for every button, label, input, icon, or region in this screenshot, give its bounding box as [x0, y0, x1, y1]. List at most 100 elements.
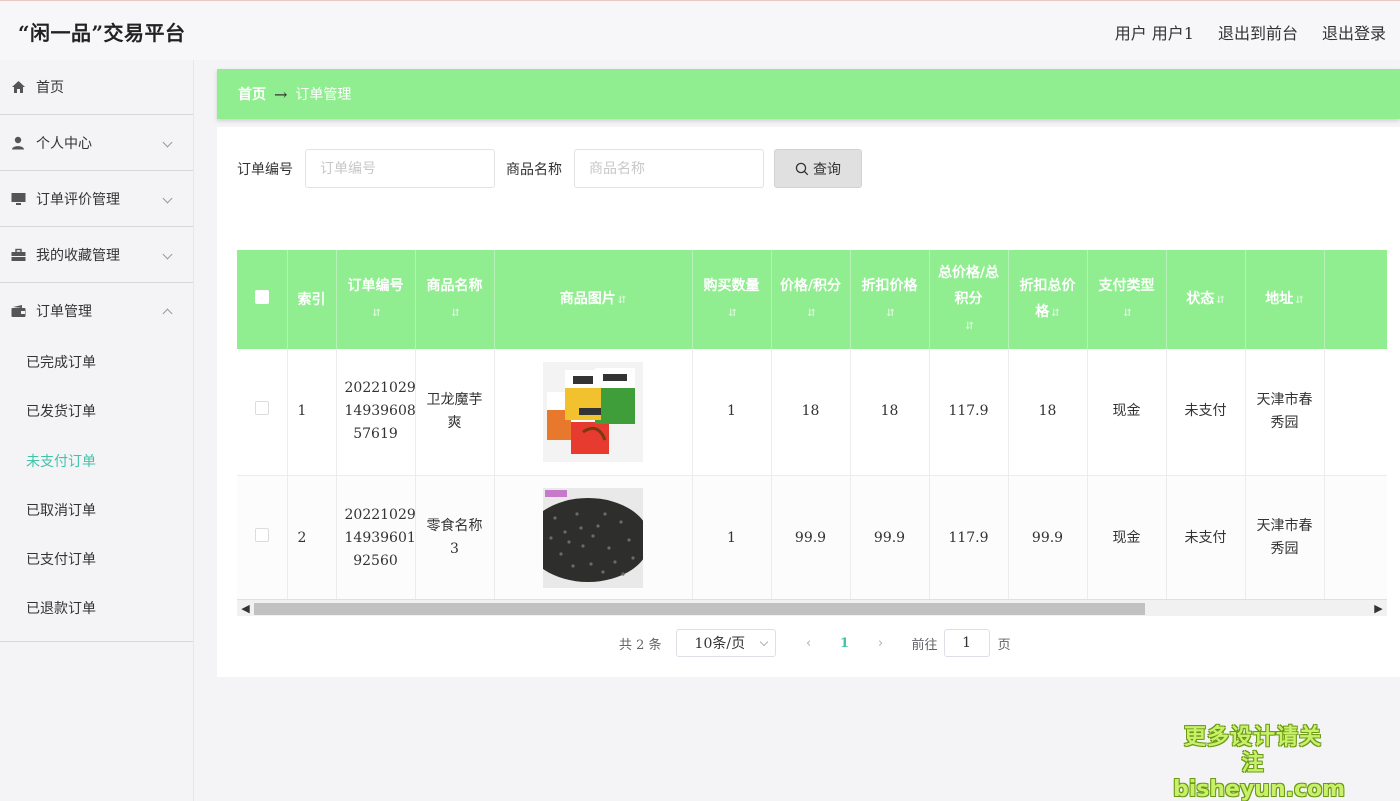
main-content: 首页 → 订单管理 订单编号 商品名称 查询 [217, 69, 1400, 677]
sort-icon[interactable]: ⇵ [728, 308, 736, 319]
goto-label: 前往 [911, 637, 938, 653]
cell-address: 天津市春秀园 [1245, 349, 1325, 476]
cell-more [1324, 349, 1387, 476]
orders-table: 索引 订单编号 ⇵ 商品名称 ⇵ 商品图片 ⇵ 购买数量 ⇵ 价格/积分⇵ 折扣价格 ⇵ … [237, 250, 1387, 602]
to-frontend-link[interactable]: 退出到前台 [1218, 20, 1298, 44]
sort-icon[interactable]: ⇵ [965, 321, 973, 332]
query-button-label: 查询 [813, 161, 841, 178]
column-header-product-image[interactable]: 商品图片 ⇵ [494, 250, 693, 349]
column-header-product-name[interactable]: 商品名称 ⇵ [415, 250, 495, 349]
sort-icon[interactable]: ⇵ [1051, 308, 1059, 319]
orders-table-wrapper: 索引 订单编号 ⇵ 商品名称 ⇵ 商品图片 ⇵ 购买数量 ⇵ 价格/积分⇵ 折扣价格 ⇵ … [237, 250, 1387, 618]
breadcrumb-home[interactable]: 首页 [238, 84, 266, 104]
user-label: 用户 用户1 [1114, 24, 1194, 43]
prev-page-icon[interactable]: ‹ [794, 636, 824, 651]
chevron-down-icon [759, 637, 768, 647]
watermark: 更多设计请关注 bisheyun.com [1173, 725, 1346, 801]
cell-product-image [494, 475, 693, 602]
order-no-input[interactable] [305, 149, 495, 188]
sort-icon[interactable]: ⇵ [1216, 295, 1224, 306]
cell-price: 18 [771, 349, 851, 476]
sort-icon[interactable]: ⇵ [1123, 308, 1131, 319]
search-icon [795, 162, 809, 175]
page-size-select[interactable]: 10条/页 [675, 629, 776, 657]
column-header-price[interactable]: 价格/积分⇵ [771, 250, 851, 349]
sidebar-item-label: 订单管理 [36, 304, 92, 320]
query-button[interactable]: 查询 [774, 149, 862, 188]
sidebar: 首页 个人中心 订单评价管理 我的收藏管理 订单管理 已完成订单 已发货订单 未… [0, 60, 194, 801]
next-page-icon[interactable]: › [866, 636, 896, 651]
cell-product-name: 卫龙魔芋爽 [415, 349, 495, 476]
pagination-total: 共 2 条 [619, 637, 662, 653]
cell-pay-type: 现金 [1087, 349, 1167, 476]
wallet-icon [10, 303, 26, 319]
sidebar-item-home[interactable]: 首页 [0, 60, 193, 115]
cell-quantity: 1 [692, 475, 772, 602]
select-all-cell [237, 250, 288, 349]
cell-discount-total: 99.9 [1008, 475, 1088, 602]
sidebar-item-order-management[interactable]: 订单管理 [0, 283, 193, 339]
cell-total-price: 117.9 [929, 349, 1009, 476]
cell-index: 1 [287, 349, 337, 476]
page-unit-label: 页 [997, 637, 1011, 653]
sidebar-subitem-paid-orders[interactable]: 已支付订单 [0, 536, 193, 585]
column-header-discount-price[interactable]: 折扣价格 ⇵ [850, 250, 930, 349]
home-icon [10, 79, 26, 95]
column-header-status[interactable]: 状态 ⇵ [1166, 250, 1246, 349]
column-header-quantity[interactable]: 购买数量 ⇵ [692, 250, 772, 349]
sidebar-item-personal-center[interactable]: 个人中心 [0, 115, 193, 171]
sidebar-item-label: 首页 [36, 80, 64, 96]
product-name-input[interactable] [574, 149, 764, 188]
product-image[interactable] [543, 488, 643, 588]
breadcrumb: 首页 → 订单管理 [217, 69, 1400, 119]
user-icon [10, 135, 26, 151]
sort-icon[interactable]: ⇵ [807, 308, 815, 319]
cell-order-no: 20221029 14939608 57619 [336, 349, 416, 476]
briefcase-icon [10, 247, 26, 263]
sidebar-item-order-review[interactable]: 订单评价管理 [0, 171, 193, 227]
row-checkbox[interactable] [254, 401, 269, 416]
cell-status: 未支付 [1166, 349, 1246, 476]
cell-discount-price: 18 [850, 349, 930, 476]
sort-icon[interactable]: ⇵ [451, 308, 459, 319]
sidebar-item-label: 我的收藏管理 [36, 247, 120, 264]
goto-page-input[interactable] [943, 629, 990, 657]
sort-icon[interactable]: ⇵ [1295, 295, 1303, 306]
page-number-current[interactable]: 1 [830, 636, 860, 651]
content-panel: 订单编号 商品名称 查询 索引 [217, 127, 1400, 677]
chevron-down-icon [162, 249, 173, 259]
column-header-index: 索引 [287, 250, 337, 349]
chevron-down-icon [162, 193, 173, 203]
cell-product-name: 零食名称3 [415, 475, 495, 602]
column-header-order-no[interactable]: 订单编号 ⇵ [336, 250, 416, 349]
product-image[interactable] [543, 361, 643, 462]
column-header-pay-type[interactable]: 支付类型 ⇵ [1087, 250, 1167, 349]
top-bar: “闲一品”交易平台 用户 用户1 退出到前台 退出登录 [0, 0, 1400, 60]
column-header-address[interactable]: 地址 ⇵ [1245, 250, 1325, 349]
scrollbar-thumb[interactable] [254, 603, 1145, 615]
product-name-label: 商品名称 [506, 161, 562, 178]
sidebar-subitem-unpaid-orders[interactable]: 未支付订单 [0, 438, 193, 487]
sidebar-item-favorites[interactable]: 我的收藏管理 [0, 227, 193, 283]
app-title: “闲一品”交易平台 [18, 21, 186, 45]
pagination: 共 2 条 10条/页 ‹ 1 › 前往 页 [619, 629, 1011, 657]
sidebar-subitem-refunded-orders[interactable]: 已退款订单 [0, 585, 193, 634]
select-all-checkbox[interactable] [254, 289, 269, 304]
sidebar-subitem-completed-orders[interactable]: 已完成订单 [0, 339, 193, 388]
logout-link[interactable]: 退出登录 [1322, 20, 1386, 44]
column-header-discount-total[interactable]: 折扣总价格 ⇵ [1008, 250, 1088, 349]
sort-icon[interactable]: ⇵ [618, 295, 626, 306]
sort-icon[interactable]: ⇵ [372, 308, 380, 319]
scroll-right-icon[interactable]: ▶ [1370, 600, 1387, 617]
cell-address: 天津市春秀园 [1245, 475, 1325, 602]
sidebar-item-label: 个人中心 [36, 135, 92, 152]
cell-more [1324, 475, 1387, 602]
sort-icon[interactable]: ⇵ [886, 308, 894, 319]
row-checkbox[interactable] [254, 527, 269, 542]
sidebar-subitem-cancelled-orders[interactable]: 已取消订单 [0, 487, 193, 536]
horizontal-scrollbar[interactable]: ◀ ▶ [237, 599, 1387, 616]
sidebar-subitem-shipped-orders[interactable]: 已发货订单 [0, 388, 193, 437]
column-header-total-price[interactable]: 总价格/总积分 ⇵ [929, 250, 1009, 349]
breadcrumb-arrow-icon: → [274, 84, 288, 104]
scroll-left-icon[interactable]: ◀ [237, 600, 254, 617]
